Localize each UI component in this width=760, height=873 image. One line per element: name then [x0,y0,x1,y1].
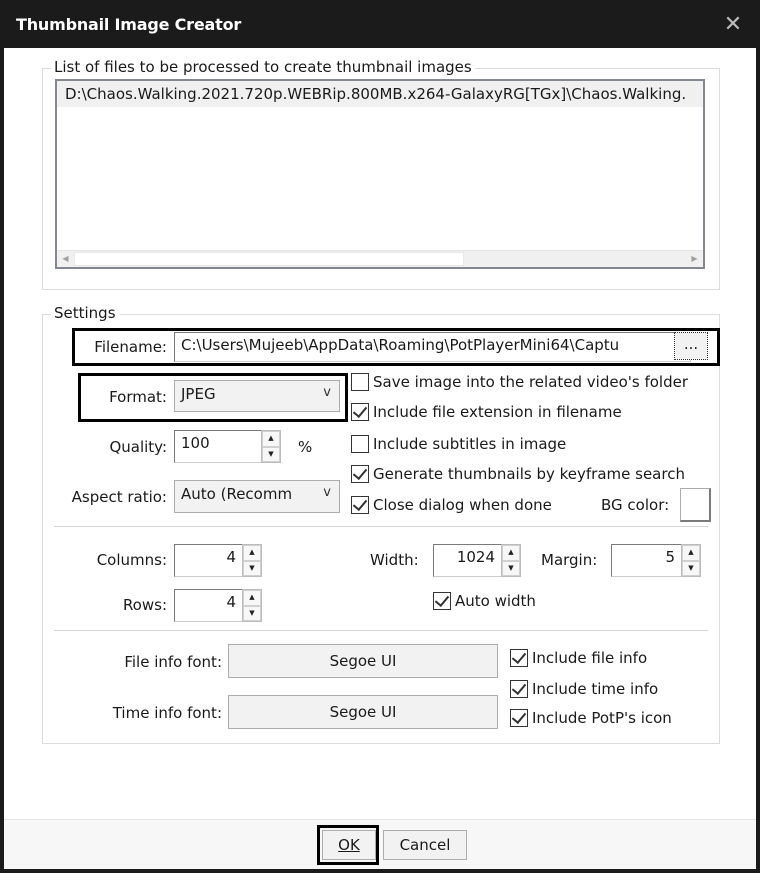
option-close-when-done[interactable]: Close dialog when done [351,496,552,514]
format-value: JPEG [181,385,216,403]
dialog-footer: OK Cancel [4,819,756,869]
scroll-right-icon[interactable]: ▶ [686,251,703,267]
option-include-subtitles[interactable]: Include subtitles in image [351,435,566,453]
bg-color-swatch[interactable] [680,488,711,522]
checkbox-checked-icon[interactable] [510,680,528,698]
option-label: Include subtitles in image [373,435,567,453]
spin-up-icon[interactable]: ▲ [243,545,261,561]
title-bar: Thumbnail Image Creator ✕ [4,4,756,48]
time-info-font-label: Time info font: [112,704,222,722]
spin-down-icon[interactable]: ▼ [502,560,520,576]
rows-input[interactable]: 4 [174,589,242,622]
checkbox-icon[interactable] [351,435,369,453]
scrollbar-thumb[interactable] [74,252,464,266]
separator [54,526,708,528]
rows-spinner[interactable]: ▲ ▼ [242,589,262,622]
rows-label: Rows: [122,596,167,614]
format-label: Format: [109,388,167,406]
margin-label: Margin: [541,551,598,569]
columns-label: Columns: [96,551,167,569]
checkbox-checked-icon[interactable] [351,403,369,421]
chevron-down-icon: v [323,385,331,400]
option-label: Include PotP's icon [532,709,672,727]
spin-down-icon[interactable]: ▼ [262,446,280,462]
option-label: Close dialog when done [373,496,552,514]
option-include-potp-icon[interactable]: Include PotP's icon [510,709,672,727]
quality-input[interactable]: 100 [174,430,262,463]
aspect-ratio-label: Aspect ratio: [71,488,167,506]
separator [54,630,708,632]
format-select[interactable]: JPEG v [174,380,340,412]
thumbnail-creator-dialog: Thumbnail Image Creator ✕ List of files … [0,0,760,873]
spin-up-icon[interactable]: ▲ [502,545,520,561]
file-list[interactable]: D:\Chaos.Walking.2021.720p.WEBRip.800MB.… [55,79,705,269]
option-label: Include file info [532,649,648,667]
bg-color-label: BG color: [601,496,670,514]
option-include-time-info[interactable]: Include time info [510,680,658,698]
files-group: List of files to be processed to create … [42,58,720,290]
width-label: Width: [370,551,419,569]
option-auto-width[interactable]: Auto width [433,592,536,610]
settings-group-label: Settings [51,304,119,322]
option-include-file-extension[interactable]: Include file extension in filename [351,403,622,421]
ok-button[interactable]: OK [322,830,376,860]
spin-up-icon[interactable]: ▲ [682,545,700,561]
option-label: Auto width [455,592,536,610]
quality-label: Quality: [109,438,167,456]
ok-label: OK [338,836,360,854]
spin-down-icon[interactable]: ▼ [682,560,700,576]
dialog-body: List of files to be processed to create … [4,48,756,869]
checkbox-checked-icon[interactable] [510,709,528,727]
cancel-button[interactable]: Cancel [383,830,467,860]
width-input[interactable]: 1024 [433,544,501,577]
checkbox-checked-icon[interactable] [351,496,369,514]
option-include-file-info[interactable]: Include file info [510,649,647,667]
browse-button[interactable]: ... [674,332,708,360]
chevron-down-icon: v [323,485,331,500]
checkbox-checked-icon[interactable] [510,649,528,667]
spin-up-icon[interactable]: ▲ [243,590,261,606]
quality-spinner[interactable]: ▲ ▼ [261,430,281,463]
columns-input[interactable]: 4 [174,544,242,577]
file-info-font-button[interactable]: Segoe UI [228,644,498,678]
spin-down-icon[interactable]: ▼ [243,605,261,621]
window-title: Thumbnail Image Creator [16,15,242,34]
spin-up-icon[interactable]: ▲ [262,431,280,447]
horizontal-scrollbar[interactable]: ◀ ▶ [57,250,703,267]
scroll-left-icon[interactable]: ◀ [57,251,74,267]
option-label: Save image into the related video's fold… [373,373,689,391]
width-spinner[interactable]: ▲ ▼ [501,544,521,577]
option-label: Include time info [532,680,659,698]
columns-spinner[interactable]: ▲ ▼ [242,544,262,577]
quality-unit: % [298,438,313,456]
margin-input[interactable]: 5 [611,544,681,577]
option-keyframe-search[interactable]: Generate thumbnails by keyframe search [351,465,685,483]
time-info-font-button[interactable]: Segoe UI [228,695,498,729]
list-item[interactable]: D:\Chaos.Walking.2021.720p.WEBRip.800MB.… [57,81,703,107]
close-icon[interactable]: ✕ [718,10,748,40]
aspect-ratio-select[interactable]: Auto (Recomm v [174,480,340,513]
checkbox-icon[interactable] [351,373,369,391]
option-label: Generate thumbnails by keyframe search [373,465,685,483]
file-info-font-label: File info font: [124,653,222,671]
files-group-label: List of files to be processed to create … [51,58,475,76]
aspect-ratio-value: Auto (Recomm [181,485,293,503]
margin-spinner[interactable]: ▲ ▼ [681,544,701,577]
cancel-label: Cancel [399,836,451,854]
checkbox-checked-icon[interactable] [351,465,369,483]
filename-input[interactable]: C:\Users\Mujeeb\AppData\Roaming\PotPlaye… [174,332,691,362]
option-save-to-video-folder[interactable]: Save image into the related video's fold… [351,373,688,391]
filename-label: Filename: [94,338,167,356]
checkbox-checked-icon[interactable] [433,592,451,610]
option-label: Include file extension in filename [373,403,622,421]
spin-down-icon[interactable]: ▼ [243,560,261,576]
